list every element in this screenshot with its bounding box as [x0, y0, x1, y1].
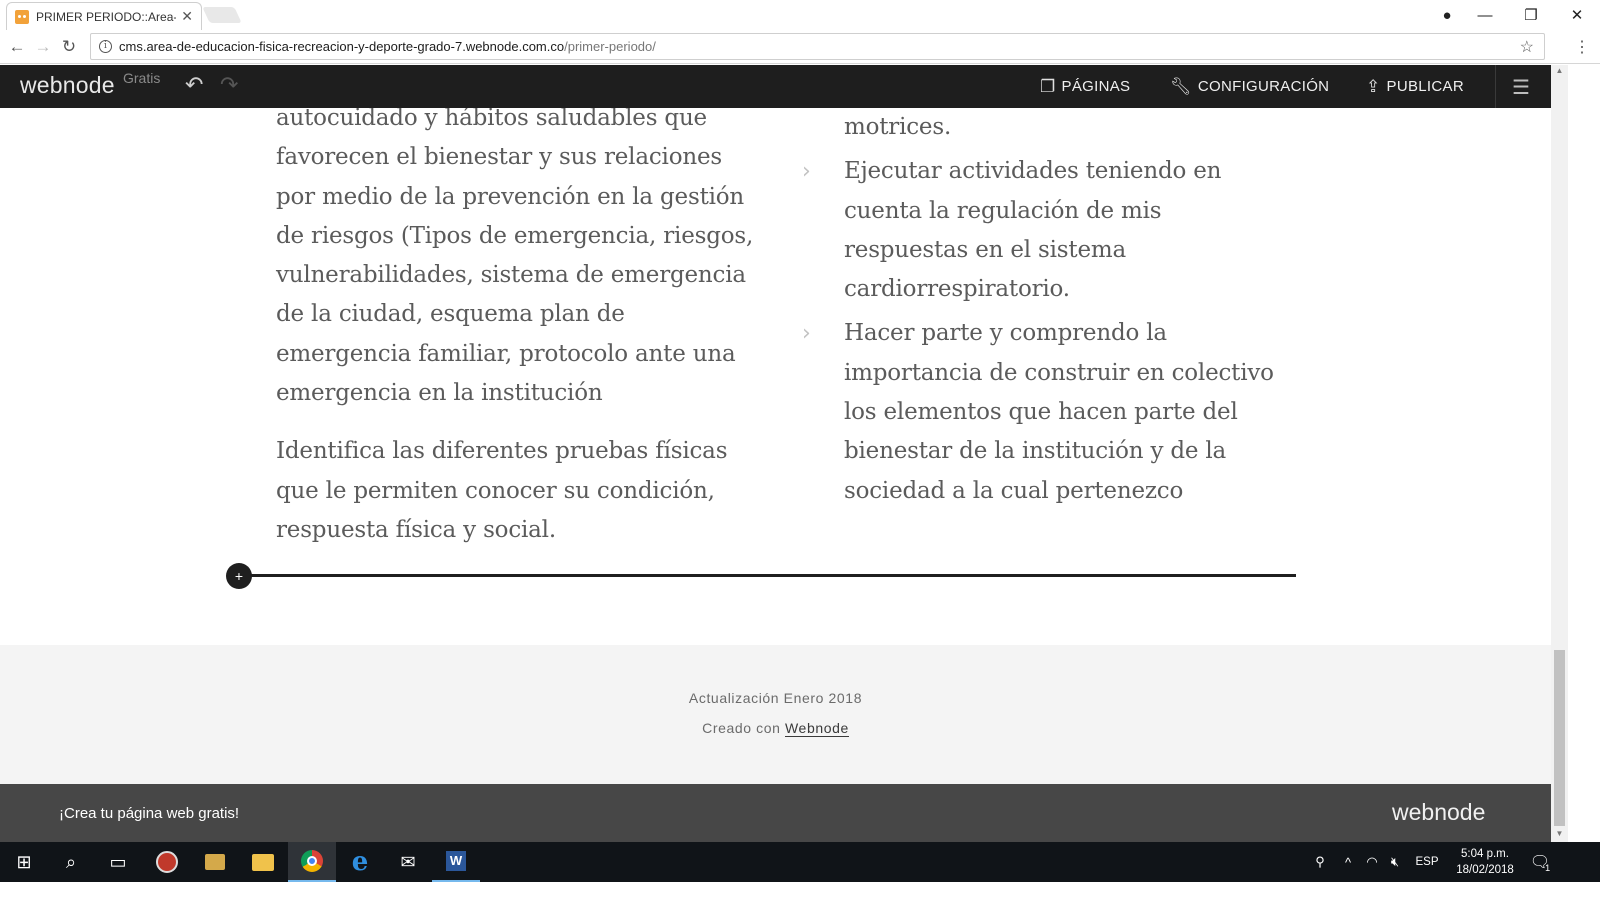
mail-icon[interactable]: ✉ [384, 842, 432, 882]
list-item[interactable]: › Ejecutar actividades teniendo en cuent… [802, 152, 1284, 309]
site-footer: Actualización Enero 2018 Creado con Webn… [0, 645, 1551, 784]
webnode-link[interactable]: Webnode [785, 720, 849, 737]
close-window-icon[interactable]: ✕ [1554, 6, 1600, 24]
forward-icon[interactable]: → [30, 37, 56, 57]
tab-title: PRIMER PERIODO::Area-d [36, 9, 176, 24]
pages-label: PÁGINAS [1061, 78, 1131, 95]
people-icon[interactable]: ⚲ [1305, 854, 1335, 870]
browser-tab[interactable]: PRIMER PERIODO::Area-d ✕ [6, 2, 202, 30]
pages-button[interactable]: ❐ PÁGINAS [1040, 65, 1130, 108]
file-explorer-icon[interactable] [239, 842, 287, 882]
clock-date: 18/02/2018 [1456, 864, 1514, 876]
webnode-logo[interactable]: webnode [20, 72, 115, 99]
scroll-up-arrow-icon[interactable]: ▲ [1551, 66, 1568, 75]
scrollbar-thumb[interactable] [1554, 650, 1565, 826]
close-tab-icon[interactable]: ✕ [181, 8, 193, 25]
wrench-icon: 🔧︎ [1170, 76, 1192, 96]
notifications-icon[interactable]: 🗨︎ 1 [1516, 842, 1564, 882]
publish-label: PUBLICAR [1386, 78, 1464, 95]
left-column: autocuidado y hábitos saludables que fav… [276, 108, 761, 569]
configuration-button[interactable]: 🔧︎ CONFIGURACIÓN [1170, 65, 1329, 108]
upload-icon: ⇪ [1366, 76, 1381, 96]
bookmark-star-icon[interactable]: ☆ [1520, 37, 1534, 57]
word-icon[interactable]: W [432, 842, 480, 882]
notification-count: 1 [1545, 863, 1551, 873]
list-item-text: motrices. [844, 114, 952, 140]
taskbar-clock[interactable]: 5:04 p.m. 18/02/2018 [1454, 846, 1516, 878]
task-view-icon[interactable]: ▭ [94, 842, 142, 882]
right-column: motrices. › Ejecutar actividades teniend… [802, 108, 1284, 516]
plan-label: Gratis [123, 70, 161, 86]
back-icon[interactable]: ← [4, 37, 30, 57]
redo-icon[interactable]: ↷ [220, 72, 238, 98]
wifi-icon[interactable]: ◠ [1361, 854, 1383, 870]
list-item[interactable]: › Hacer parte y comprendo la importancia… [802, 314, 1284, 510]
undo-icon[interactable]: ↶ [185, 72, 203, 98]
network-app-icon[interactable] [191, 842, 239, 882]
list-item-text: Hacer parte y comprendo la importancia d… [844, 320, 1274, 504]
promo-webnode-logo[interactable]: webnode [1392, 799, 1485, 826]
reload-icon[interactable]: ↻ [56, 37, 82, 57]
clock-time: 5:04 p.m. [1461, 848, 1509, 860]
webnode-toolbar: webnode Gratis ↶ ↷ ❐ PÁGINAS 🔧︎ CONFIGUR… [0, 65, 1551, 108]
internet-explorer-icon[interactable]: e [336, 842, 384, 882]
footer-created-prefix: Creado con [702, 720, 781, 736]
restore-icon[interactable]: ❐ [1508, 6, 1554, 24]
new-tab-button[interactable] [202, 7, 242, 23]
toolbar-divider [1495, 65, 1496, 108]
configuration-label: CONFIGURACIÓN [1197, 78, 1330, 95]
footer-credits: Creado con Webnode [0, 720, 1551, 737]
windows-taskbar: ⊞ ⌕ ▭ e ✉ W ⚲ ^ ◠ 🔇︎ ESP 5:04 p.m. 18/02… [0, 842, 1600, 882]
publish-button[interactable]: ⇪ PUBLICAR [1366, 65, 1464, 108]
left-paragraph[interactable]: autocuidado y hábitos saludables que fav… [276, 108, 761, 413]
show-hidden-icons-icon[interactable]: ^ [1335, 855, 1361, 870]
url-path: /primer-periodo/ [564, 39, 656, 54]
page-content: autocuidado y hábitos saludables que fav… [0, 108, 1551, 645]
profile-icon[interactable]: ● [1432, 7, 1462, 24]
footer-update-text[interactable]: Actualización Enero 2018 [0, 690, 1551, 706]
chevron-right-icon: › [802, 321, 811, 347]
system-tray: ⚲ ^ ◠ 🔇︎ ESP [1305, 842, 1447, 882]
address-bar-row: ← → ↻ i cms.area-de-educacion-fisica-rec… [0, 30, 1600, 64]
browser-tabstrip: PRIMER PERIODO::Area-d ✕ ● — ❐ ✕ [0, 0, 1600, 30]
url-host: cms.area-de-educacion-fisica-recreacion-… [119, 39, 565, 54]
volume-muted-icon[interactable]: 🔇︎ [1383, 854, 1407, 870]
promo-text[interactable]: ¡Crea tu página web gratis! [59, 805, 239, 822]
screen-bottom-area [0, 882, 1600, 900]
pages-icon: ❐ [1040, 76, 1056, 96]
site-favicon-icon [15, 9, 29, 24]
app-red-icon[interactable] [143, 842, 191, 882]
search-icon[interactable]: ⌕ [47, 842, 95, 882]
chrome-icon[interactable] [288, 842, 336, 882]
section-divider[interactable] [240, 574, 1296, 577]
window-controls: ● — ❐ ✕ [1432, 0, 1600, 30]
list-item-text: Ejecutar actividades teniendo en cuenta … [844, 158, 1222, 303]
add-section-plus-icon[interactable]: + [226, 563, 252, 589]
scroll-down-arrow-icon[interactable]: ▼ [1551, 829, 1568, 838]
chevron-right-icon: › [802, 159, 811, 185]
url-input[interactable]: i cms.area-de-educacion-fisica-recreacio… [90, 33, 1545, 60]
promo-banner[interactable]: ¡Crea tu página web gratis! webnode [0, 784, 1551, 842]
minimize-icon[interactable]: — [1462, 7, 1508, 24]
browser-menu-icon[interactable]: ⋮ [1574, 37, 1590, 57]
left-paragraph[interactable]: Identifica las diferentes pruebas física… [276, 432, 761, 550]
list-item-continuation[interactable]: motrices. [844, 108, 1284, 147]
info-icon[interactable]: i [99, 40, 112, 53]
language-indicator[interactable]: ESP [1407, 856, 1447, 868]
hamburger-menu-icon[interactable]: ☰ [1512, 75, 1530, 100]
windows-start-icon[interactable]: ⊞ [0, 842, 48, 882]
